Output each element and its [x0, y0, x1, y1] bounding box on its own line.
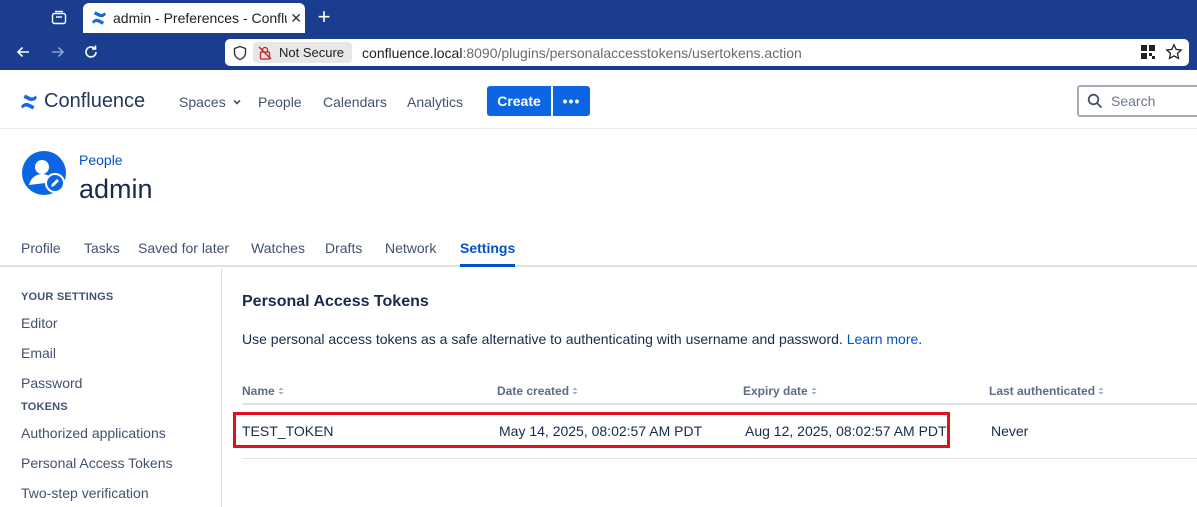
nav-spaces[interactable]: Spaces — [179, 94, 242, 110]
row-highlight-box — [233, 412, 950, 448]
insecure-lock-icon — [257, 45, 273, 61]
tab-tasks[interactable]: Tasks — [84, 240, 120, 256]
confluence-logo[interactable]: Confluence — [20, 90, 145, 113]
app-header: Confluence Spaces People Calendars Analy… — [0, 70, 1197, 129]
bookmark-star-icon[interactable] — [1165, 43, 1183, 61]
sidebar-item-editor[interactable]: Editor — [21, 315, 58, 331]
tab-drafts[interactable]: Drafts — [325, 240, 362, 256]
url-text[interactable]: confluence.local:8090/plugins/personalac… — [362, 45, 802, 61]
tab-close-icon[interactable]: ✕ — [287, 9, 305, 27]
more-options-button[interactable]: ••• — [553, 86, 590, 116]
tab-list-icon[interactable] — [48, 7, 70, 29]
section-description: Use personal access tokens as a safe alt… — [242, 331, 922, 347]
description-period: . — [918, 331, 923, 347]
logo-text: Confluence — [44, 90, 146, 112]
sidebar-heading-tokens: TOKENS — [21, 401, 68, 413]
column-header-name-label: Name — [242, 384, 275, 398]
learn-more-link[interactable]: Learn more — [847, 331, 919, 347]
not-secure-label: Not Secure — [279, 45, 345, 60]
reload-icon[interactable] — [80, 41, 102, 63]
sort-icon — [811, 386, 817, 396]
sidebar-heading-your-settings: YOUR SETTINGS — [21, 291, 114, 303]
nav-analytics[interactable]: Analytics — [407, 94, 463, 110]
back-icon[interactable] — [12, 41, 34, 63]
tab-network[interactable]: Network — [385, 240, 436, 256]
sort-icon — [572, 386, 578, 396]
nav-people[interactable]: People — [258, 94, 302, 110]
tab-profile[interactable]: Profile — [21, 240, 61, 256]
avatar — [21, 150, 67, 196]
forward-icon[interactable] — [47, 41, 69, 63]
search-icon — [1087, 93, 1103, 109]
sidebar-item-password[interactable]: Password — [21, 375, 82, 391]
create-button[interactable]: Create — [487, 86, 551, 116]
tab-settings[interactable]: Settings — [460, 240, 515, 256]
browser-tab-active[interactable]: admin - Preferences - Confluence ✕ — [83, 3, 305, 33]
column-header-last-authenticated[interactable]: Last authenticated — [989, 384, 1104, 398]
nav-calendars[interactable]: Calendars — [323, 94, 387, 110]
new-tab-button[interactable]: + — [314, 6, 334, 28]
not-secure-badge[interactable]: Not Secure — [253, 42, 353, 63]
column-header-date-created[interactable]: Date created — [497, 384, 578, 398]
table-header-divider — [242, 403, 1197, 405]
search-input[interactable] — [1111, 93, 1191, 109]
token-last-authenticated-cell: Never — [991, 423, 1029, 439]
sort-icon — [278, 386, 284, 396]
shield-icon[interactable] — [231, 44, 249, 62]
column-header-expiry-date-label: Expiry date — [743, 384, 808, 398]
section-title: Personal Access Tokens — [242, 293, 429, 310]
column-header-expiry-date[interactable]: Expiry date — [743, 384, 817, 398]
browser-toolbar: Not Secure confluence.local:8090/plugins… — [0, 35, 1197, 70]
qr-code-icon[interactable] — [1139, 43, 1157, 61]
tab-watches[interactable]: Watches — [251, 240, 305, 256]
description-text: Use personal access tokens as a safe alt… — [242, 331, 843, 347]
tab-saved-for-later[interactable]: Saved for later — [138, 240, 229, 256]
chevron-down-icon — [232, 97, 242, 107]
tab-title: admin - Preferences - Confluence — [113, 10, 287, 26]
confluence-logo-icon — [21, 94, 37, 109]
sort-icon — [1098, 386, 1104, 396]
table-row-divider — [242, 458, 1197, 459]
sidebar-item-personal-access-tokens[interactable]: Personal Access Tokens — [21, 455, 173, 471]
sidebar-item-two-step-verification[interactable]: Two-step verification — [21, 485, 149, 501]
confluence-favicon-icon — [91, 10, 107, 26]
breadcrumb-people-link[interactable]: People — [79, 152, 123, 168]
column-header-last-authenticated-label: Last authenticated — [989, 384, 1096, 398]
search-box[interactable] — [1077, 85, 1197, 117]
column-header-date-created-label: Date created — [497, 384, 570, 398]
sidebar-item-email[interactable]: Email — [21, 345, 56, 361]
profile-tabs: Profile Tasks Saved for later Watches Dr… — [0, 230, 1197, 267]
page-title: admin — [79, 174, 153, 204]
active-tab-indicator — [460, 264, 515, 267]
nav-spaces-label: Spaces — [179, 94, 226, 110]
settings-sidebar: YOUR SETTINGS Editor Email Password TOKE… — [0, 268, 222, 507]
url-path: :8090/plugins/personalaccesstokens/usert… — [462, 44, 802, 61]
address-bar[interactable]: Not Secure confluence.local:8090/plugins… — [225, 39, 1189, 66]
browser-tab-bar: admin - Preferences - Confluence ✕ + — [0, 0, 1197, 35]
address-bar-actions — [1139, 43, 1183, 61]
column-header-name[interactable]: Name — [242, 384, 284, 398]
url-host: confluence.local — [362, 44, 463, 61]
sidebar-item-authorized-applications[interactable]: Authorized applications — [21, 425, 166, 441]
